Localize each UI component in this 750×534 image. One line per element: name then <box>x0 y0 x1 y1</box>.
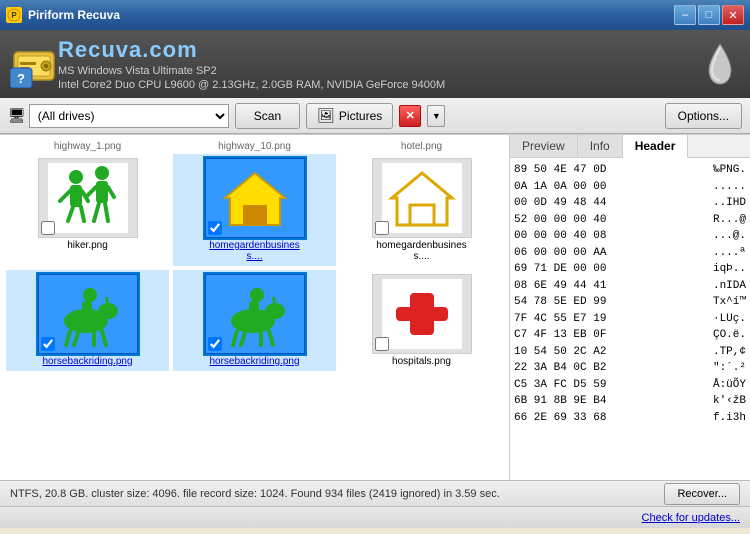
header-area: ? Recuva.com MS Windows Vista Ultimate S… <box>0 30 750 98</box>
file-item-hiker[interactable]: hiker.png <box>6 154 169 266</box>
top-file-2: highway_10.png <box>173 141 336 152</box>
svg-text:P: P <box>11 11 17 20</box>
right-panel: Preview Info Header 89 50 4E 47 0D‰PNG. … <box>510 135 750 480</box>
hex-row: 89 50 4E 47 0D‰PNG. <box>514 162 746 179</box>
file-label-horse2: horsebackriding.png <box>209 356 299 367</box>
app-title: Recuva.com <box>58 37 445 63</box>
drive-select-wrap: 🖥 (All drives) <box>8 104 229 128</box>
file-checkbox-hiker[interactable] <box>41 221 55 235</box>
file-thumb-hiker <box>38 158 138 238</box>
file-label-hiker: hiker.png <box>67 240 108 251</box>
scan-button[interactable]: Scan <box>235 103 300 129</box>
titlebar-controls: – □ ✕ <box>674 5 744 25</box>
hex-row: 00 00 00 40 08...@. <box>514 228 746 245</box>
top-file-1: highway_1.png <box>6 141 169 152</box>
close-button[interactable]: ✕ <box>722 5 744 25</box>
hdd-icon: ? <box>10 40 58 88</box>
file-thumb-home1 <box>205 158 305 238</box>
tab-preview[interactable]: Preview <box>510 135 578 157</box>
file-thumb-horse1 <box>38 274 138 354</box>
pictures-button[interactable]: 🖼 Pictures <box>306 103 393 129</box>
pictures-label: Pictures <box>339 109 382 123</box>
minimize-button[interactable]: – <box>674 5 696 25</box>
hex-panel: 89 50 4E 47 0D‰PNG. 0A 1A 0A 00 00..... … <box>510 158 750 480</box>
hex-row: 08 6E 49 44 41.nIDA <box>514 278 746 295</box>
clear-filter-button[interactable]: ✕ <box>399 105 421 127</box>
file-checkbox-home1[interactable] <box>208 221 222 235</box>
titlebar-left: P Piriform Recuva <box>6 7 120 23</box>
file-label-home2: homegardenbusiness.... <box>372 240 472 262</box>
system-line1: MS Windows Vista Ultimate SP2 <box>58 65 445 77</box>
file-label-home1: homegardenbusiness.... <box>205 240 305 262</box>
header-text: Recuva.com MS Windows Vista Ultimate SP2… <box>58 37 445 91</box>
hex-row: 66 2E 69 33 68f.i3h <box>514 410 746 427</box>
droplet-icon <box>706 42 734 86</box>
file-checkbox-home2[interactable] <box>375 221 389 235</box>
file-grid[interactable]: highway_1.png highway_10.png hotel.png <box>0 135 510 480</box>
pictures-icon: 🖼 <box>317 107 335 124</box>
main-content: highway_1.png highway_10.png hotel.png <box>0 134 750 480</box>
filter-dropdown-button[interactable]: ▼ <box>427 105 445 127</box>
drive-select[interactable]: (All drives) <box>29 104 229 128</box>
file-item-hospitals[interactable]: hospitals.png <box>340 270 503 371</box>
hex-row: 54 78 5E ED 99Tx^í™ <box>514 294 746 311</box>
file-item-home2[interactable]: homegardenbusiness.... <box>340 154 503 266</box>
maximize-button[interactable]: □ <box>698 5 720 25</box>
app-title-suffix: .com <box>142 37 197 62</box>
hex-row: 0A 1A 0A 00 00..... <box>514 179 746 196</box>
hex-row: 06 00 00 00 AA....ª <box>514 245 746 262</box>
svg-text:?: ? <box>17 71 25 86</box>
hex-row: 69 71 DE 00 00iqÞ.. <box>514 261 746 278</box>
titlebar: P Piriform Recuva – □ ✕ <box>0 0 750 30</box>
bottom-bar: Check for updates... <box>0 506 750 528</box>
status-text: NTFS, 20.8 GB. cluster size: 4096. file … <box>10 488 500 500</box>
status-bar: NTFS, 20.8 GB. cluster size: 4096. file … <box>0 480 750 506</box>
file-item-horse2[interactable]: horsebackriding.png <box>173 270 336 371</box>
system-line2: Intel Core2 Duo CPU L9600 @ 2.13GHz, 2.0… <box>58 79 445 91</box>
hex-row: 7F 4C 55 E7 19∙LUç. <box>514 311 746 328</box>
options-button[interactable]: Options... <box>665 103 742 129</box>
recover-button[interactable]: Recover... <box>664 483 740 505</box>
hex-row: 22 3A B4 0C B2":´.² <box>514 360 746 377</box>
tabs-bar: Preview Info Header <box>510 135 750 158</box>
file-checkbox-hospitals[interactable] <box>375 337 389 351</box>
check-updates-link[interactable]: Check for updates... <box>642 512 740 524</box>
app-title-recuva: Recuva <box>58 37 142 62</box>
toolbar: 🖥 (All drives) Scan 🖼 Pictures ✕ ▼ Optio… <box>0 98 750 134</box>
file-item-home1[interactable]: homegardenbusiness.... <box>173 154 336 266</box>
hex-row: C5 3A FC D5 59Å:üÕY <box>514 377 746 394</box>
file-checkbox-horse2[interactable] <box>208 337 222 351</box>
titlebar-title: Piriform Recuva <box>28 8 120 22</box>
file-thumb-horse2 <box>205 274 305 354</box>
hex-row: C7 4F 13 EB 0FÇO.ë. <box>514 327 746 344</box>
hex-row: 52 00 00 00 40R...@ <box>514 212 746 229</box>
tab-info[interactable]: Info <box>578 135 623 157</box>
hex-row: 00 0D 49 48 44..IHD <box>514 195 746 212</box>
file-label-horse1: horsebackriding.png <box>42 356 132 367</box>
tab-header[interactable]: Header <box>623 135 689 158</box>
file-grid-inner: hiker.png homegardenbusiness.... <box>4 152 505 373</box>
hex-row: 10 54 50 2C A2.TP,¢ <box>514 344 746 361</box>
file-thumb-hospitals <box>372 274 472 354</box>
file-item-horse1[interactable]: horsebackriding.png <box>6 270 169 371</box>
app-icon: P <box>6 7 22 23</box>
top-file-3: hotel.png <box>340 141 503 152</box>
drive-icon: 🖥 <box>8 107 26 124</box>
file-thumb-home2 <box>372 158 472 238</box>
file-label-hospitals: hospitals.png <box>392 356 451 367</box>
hex-row: 6B 91 8B 9E B4k'‹žB <box>514 393 746 410</box>
file-checkbox-horse1[interactable] <box>41 337 55 351</box>
